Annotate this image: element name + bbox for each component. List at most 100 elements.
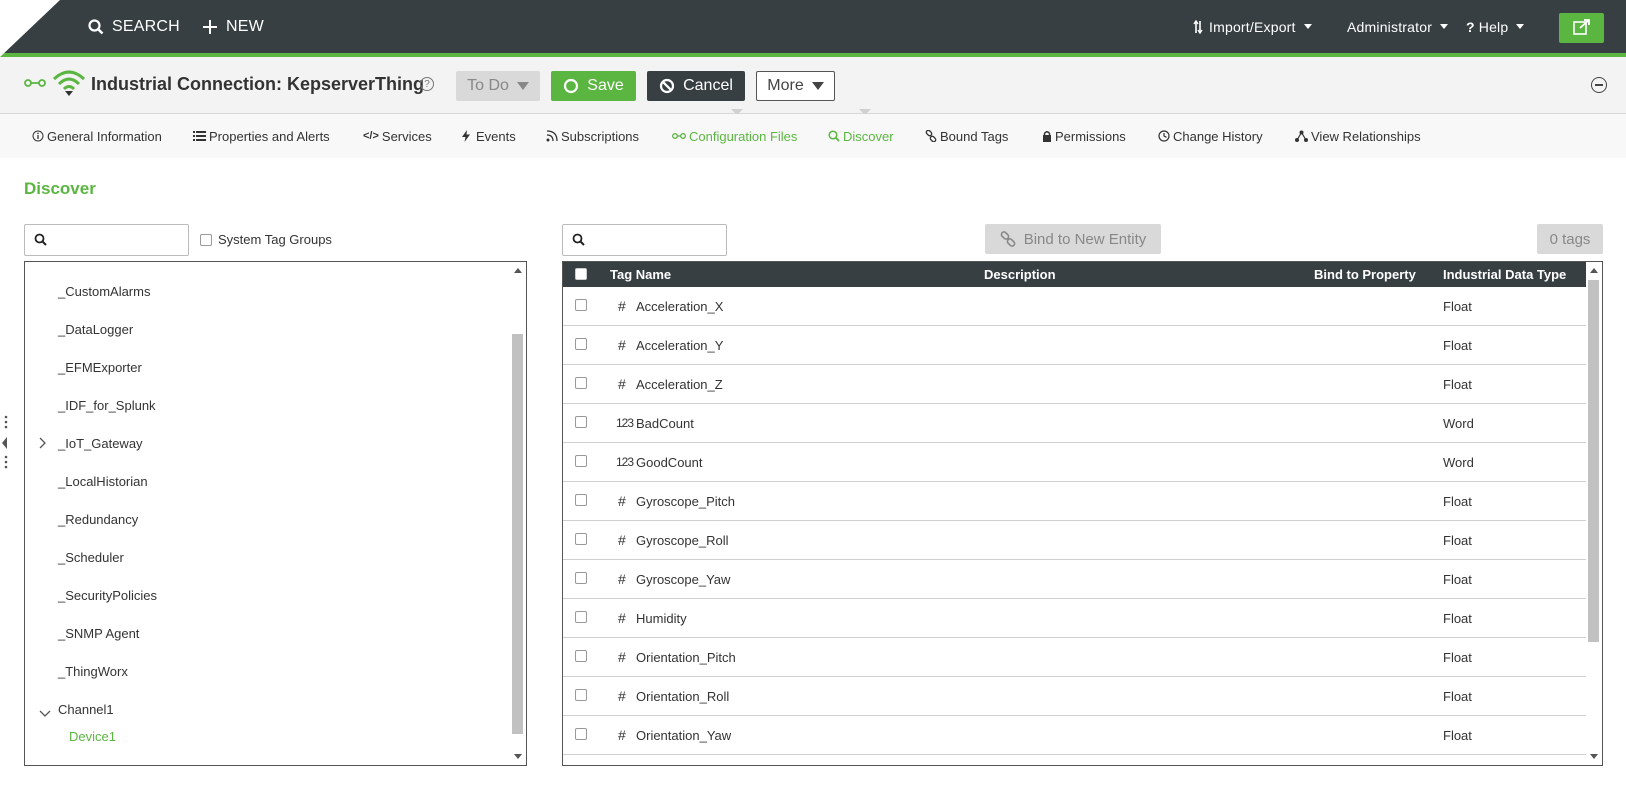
row-checkbox[interactable] <box>575 338 587 350</box>
tree-node[interactable]: _SNMP Agent <box>58 626 139 641</box>
table-row[interactable]: # Orientation_Roll Float <box>563 677 1586 716</box>
row-checkbox[interactable] <box>575 572 587 584</box>
table-row[interactable]: # Gyroscope_Yaw Float <box>563 560 1586 599</box>
user-menu[interactable]: Administrator <box>1347 0 1449 53</box>
table-row[interactable]: # Acceleration_Z Float <box>563 365 1586 404</box>
table-row[interactable]: # Orientation_Pitch Float <box>563 638 1586 677</box>
entity-header: Industrial Connection: KepserverThing ? … <box>0 57 1626 115</box>
tab-events[interactable]: Events <box>462 114 516 158</box>
row-checkbox[interactable] <box>575 728 587 740</box>
table-row[interactable]: 123 BadCount Word <box>563 404 1586 443</box>
tab-change-history[interactable]: Change History <box>1158 114 1263 158</box>
import-export-menu[interactable]: Import/Export <box>1193 0 1312 53</box>
todo-button[interactable]: To Do <box>456 71 540 101</box>
sort-arrows-icon <box>1193 19 1203 34</box>
table-row[interactable]: # Gyroscope_Roll Float <box>563 521 1586 560</box>
bind-button-label: Bind to New Entity <box>1023 230 1147 248</box>
system-tag-groups-toggle[interactable]: System Tag Groups <box>200 232 332 247</box>
tab-discover[interactable]: Discover <box>828 114 894 158</box>
scroll-thumb[interactable] <box>1588 280 1599 642</box>
row-checkbox[interactable] <box>575 533 587 545</box>
minus-icon <box>1595 84 1603 86</box>
lock-icon <box>1042 130 1052 142</box>
row-checkbox[interactable] <box>575 650 587 662</box>
search-label: SEARCH <box>112 17 180 35</box>
tab-view-relationships[interactable]: View Relationships <box>1295 114 1421 158</box>
tag-name: Humidity <box>636 611 687 626</box>
tree-node[interactable]: _EFMExporter <box>58 360 142 375</box>
cancel-button[interactable]: Cancel <box>647 71 745 101</box>
table-row[interactable]: # Humidity Float <box>563 599 1586 638</box>
tab-bound-tags[interactable]: Bound Tags <box>925 114 1008 158</box>
tree-node[interactable]: Channel1 <box>58 702 114 717</box>
row-checkbox[interactable] <box>575 416 587 428</box>
link-icon <box>1000 231 1016 247</box>
tag-name: Acceleration_Y <box>636 338 724 353</box>
row-checkbox[interactable] <box>575 494 587 506</box>
table-row[interactable]: # Orientation_Yaw Float <box>563 716 1586 755</box>
system-tag-groups-label: System Tag Groups <box>218 232 332 247</box>
tab-label: Properties and Alerts <box>209 128 330 144</box>
data-type: Float <box>1443 689 1472 704</box>
side-panel-handle[interactable] <box>2 415 8 471</box>
help-menu[interactable]: ? Help <box>1466 0 1525 53</box>
save-button[interactable]: Save <box>551 71 636 101</box>
scroll-thumb[interactable] <box>512 334 523 734</box>
tree-node[interactable]: _CustomAlarms <box>58 284 150 299</box>
scroll-up-icon[interactable] <box>1590 268 1598 273</box>
chevron-down-icon[interactable] <box>39 706 51 721</box>
scroll-up-icon[interactable] <box>514 268 522 273</box>
search-button[interactable]: SEARCH <box>88 0 180 53</box>
top-navigation-bar: SEARCH NEW Import/Export Administrator ?… <box>0 0 1626 57</box>
scroll-down-icon[interactable] <box>1590 754 1598 759</box>
tab-permissions[interactable]: Permissions <box>1042 114 1126 158</box>
tree-node[interactable]: _DataLogger <box>58 322 133 337</box>
table-row[interactable]: # Acceleration_Y Float <box>563 326 1586 365</box>
table-row[interactable]: # Acceleration_X Float <box>563 287 1586 326</box>
tree-node[interactable]: _ThingWorx <box>58 664 128 679</box>
tag-group-tree: _CustomAlarms _DataLogger _EFMExporter _… <box>24 261 527 766</box>
tree-node[interactable]: _IoT_Gateway <box>58 436 143 451</box>
topbar-corner-decoration <box>0 0 60 57</box>
column-header-description[interactable]: Description <box>984 267 1056 282</box>
integer-icon: 123 <box>616 455 634 469</box>
tab-general-information[interactable]: General Information <box>32 114 162 158</box>
tag-search-input[interactable] <box>562 224 727 256</box>
row-checkbox[interactable] <box>575 455 587 467</box>
tab-subscriptions[interactable]: Subscriptions <box>546 114 639 158</box>
table-scrollbar[interactable] <box>1586 262 1602 765</box>
tree-search-input[interactable] <box>24 224 189 256</box>
scroll-down-icon[interactable] <box>514 754 522 759</box>
select-all-checkbox[interactable] <box>575 268 587 280</box>
collapse-header-button[interactable] <box>1591 77 1607 93</box>
tree-node[interactable]: _LocalHistorian <box>58 474 148 489</box>
system-tag-groups-checkbox[interactable] <box>200 233 212 246</box>
column-header-industrial-data-type[interactable]: Industrial Data Type <box>1443 267 1566 282</box>
tree-scrollbar[interactable] <box>510 262 526 765</box>
tree-node[interactable]: _Redundancy <box>58 512 138 527</box>
tag-name: GoodCount <box>636 455 703 470</box>
table-row[interactable]: 123 GoodCount Word <box>563 443 1586 482</box>
tree-node-selected[interactable]: Device1 <box>69 729 116 744</box>
chevron-right-icon[interactable] <box>39 437 47 452</box>
more-button[interactable]: More <box>756 71 835 101</box>
row-checkbox[interactable] <box>575 611 587 623</box>
row-checkbox[interactable] <box>575 377 587 389</box>
column-header-tag-name[interactable]: Tag Name <box>610 267 671 282</box>
tab-properties-and-alerts[interactable]: Properties and Alerts <box>193 114 330 158</box>
section-title: Discover <box>24 179 96 198</box>
table-row[interactable]: # Gyroscope_Pitch Float <box>563 482 1586 521</box>
column-header-bind-to-property[interactable]: Bind to Property <box>1314 267 1416 282</box>
bind-to-new-entity-button[interactable]: Bind to New Entity <box>985 224 1161 254</box>
help-icon[interactable]: ? <box>420 77 434 91</box>
new-button[interactable]: NEW <box>202 0 264 53</box>
row-checkbox[interactable] <box>575 299 587 311</box>
tree-node[interactable]: _Scheduler <box>58 550 124 565</box>
tag-name: Orientation_Roll <box>636 689 730 704</box>
row-checkbox[interactable] <box>575 689 587 701</box>
tab-configuration-files[interactable]: Configuration Files <box>672 114 797 158</box>
open-in-new-window-button[interactable] <box>1559 13 1604 43</box>
tab-services[interactable]: </> Services <box>363 114 432 158</box>
tree-node[interactable]: _IDF_for_Splunk <box>58 398 156 413</box>
tree-node[interactable]: _SecurityPolicies <box>58 588 157 603</box>
